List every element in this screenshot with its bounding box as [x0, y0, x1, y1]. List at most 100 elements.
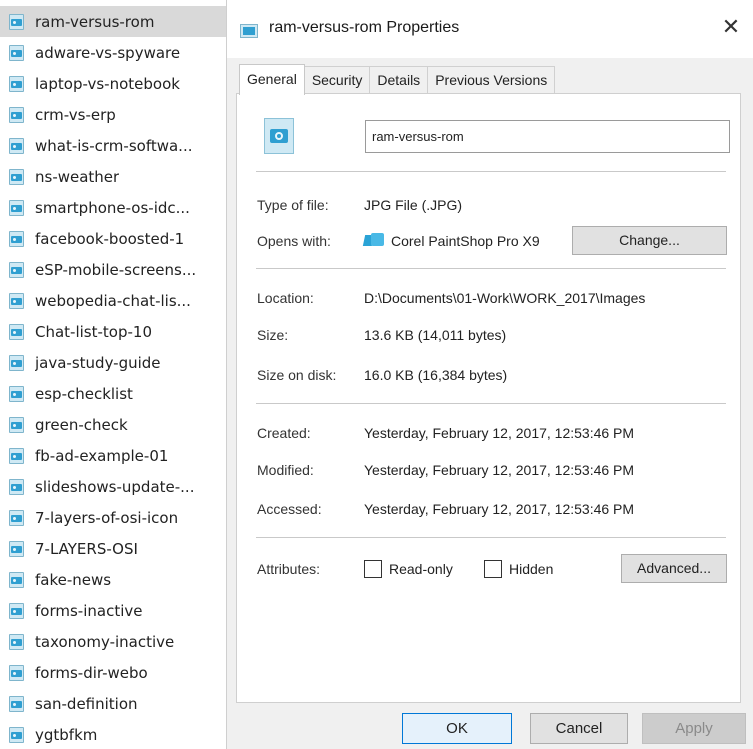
ok-button[interactable]: OK	[402, 713, 512, 744]
list-item[interactable]: fb-ad-example-01	[0, 440, 226, 471]
list-item[interactable]: webopedia-chat-lis...	[0, 285, 226, 316]
tab-general[interactable]: General	[239, 64, 305, 95]
list-item[interactable]: taxonomy-inactive	[0, 626, 226, 657]
list-item[interactable]: 7-layers-of-osi-icon	[0, 502, 226, 533]
file-name: ygtbfkm	[35, 725, 98, 744]
separator	[256, 268, 726, 269]
change-button[interactable]: Change...	[572, 226, 727, 255]
attributes-label: Attributes:	[257, 561, 321, 577]
type-of-file-label: Type of file:	[257, 197, 329, 213]
file-name: ns-weather	[35, 167, 120, 186]
jpg-image-icon	[8, 292, 26, 309]
jpg-image-icon	[8, 664, 26, 681]
list-item[interactable]: what-is-crm-softwa...	[0, 130, 226, 161]
file-name: eSP-mobile-screens...	[35, 260, 197, 279]
file-name: java-study-guide	[35, 353, 161, 372]
list-item[interactable]: crm-vs-erp	[0, 99, 226, 130]
jpg-image-icon	[240, 24, 258, 38]
size-on-disk-label: Size on disk:	[257, 367, 337, 383]
file-name: fb-ad-example-01	[35, 446, 169, 465]
file-name-input[interactable]	[365, 120, 730, 153]
list-item[interactable]: ns-weather	[0, 161, 226, 192]
jpg-image-icon	[8, 509, 26, 526]
list-item[interactable]: forms-dir-webo	[0, 657, 226, 688]
modified-label: Modified:	[257, 462, 314, 478]
modified-value: Yesterday, February 12, 2017, 12:53:46 P…	[364, 462, 635, 478]
jpg-image-icon	[8, 602, 26, 619]
list-item[interactable]: san-definition	[0, 688, 226, 719]
list-item[interactable]: eSP-mobile-screens...	[0, 254, 226, 285]
file-name: laptop-vs-notebook	[35, 74, 180, 93]
hidden-checkbox[interactable]	[484, 560, 502, 578]
list-item[interactable]: adware-vs-spyware	[0, 37, 226, 68]
file-name: smartphone-os-idc...	[35, 198, 190, 217]
file-name: 7-layers-of-osi-icon	[35, 508, 179, 527]
file-name: green-check	[35, 415, 128, 434]
file-name: facebook-boosted-1	[35, 229, 185, 248]
advanced-button[interactable]: Advanced...	[621, 554, 727, 583]
jpg-image-icon	[8, 385, 26, 402]
jpg-image-icon	[8, 168, 26, 185]
jpg-image-icon	[8, 199, 26, 216]
list-item[interactable]: laptop-vs-notebook	[0, 68, 226, 99]
type-of-file-value: JPG File (.JPG)	[364, 197, 463, 213]
file-name: webopedia-chat-lis...	[35, 291, 191, 310]
jpg-image-icon	[8, 726, 26, 743]
list-item[interactable]: smartphone-os-idc...	[0, 192, 226, 223]
file-name: slideshows-update-...	[35, 477, 195, 496]
list-item[interactable]: esp-checklist	[0, 378, 226, 409]
close-icon[interactable]: ✕	[718, 14, 744, 40]
properties-dialog: ram-versus-rom Properties ✕ General Secu…	[226, 0, 753, 749]
location-value: D:\Documents\01-Work\WORK_2017\Images	[364, 290, 646, 306]
file-name: ram-versus-rom	[35, 12, 155, 31]
file-list: ram-versus-rom adware-vs-spyware laptop-vs…	[0, 0, 226, 749]
list-item[interactable]: facebook-boosted-1	[0, 223, 226, 254]
tab-security[interactable]: Security	[303, 66, 371, 94]
size-on-disk-value: 16.0 KB (16,384 bytes)	[364, 367, 508, 383]
jpg-image-icon	[8, 323, 26, 340]
jpg-image-icon	[8, 416, 26, 433]
jpg-image-icon	[8, 447, 26, 464]
tab-details[interactable]: Details	[369, 66, 429, 94]
jpg-image-icon	[8, 571, 26, 588]
jpg-image-icon	[8, 695, 26, 712]
jpg-image-icon	[8, 230, 26, 247]
hidden-label[interactable]: Hidden	[509, 561, 553, 577]
created-label: Created:	[257, 425, 311, 441]
file-name: what-is-crm-softwa...	[35, 136, 193, 155]
list-item[interactable]: slideshows-update-...	[0, 471, 226, 502]
list-item[interactable]: fake-news	[0, 564, 226, 595]
paintshop-app-icon	[362, 233, 384, 247]
opens-with-value: Corel PaintShop Pro X9	[391, 233, 540, 249]
dialog-titlebar: ram-versus-rom Properties ✕	[227, 0, 753, 58]
separator	[256, 171, 726, 172]
jpg-image-icon	[8, 633, 26, 650]
cancel-button[interactable]: Cancel	[530, 713, 628, 744]
list-item[interactable]: ram-versus-rom	[0, 6, 226, 37]
list-item[interactable]: green-check	[0, 409, 226, 440]
tab-previous-versions[interactable]: Previous Versions	[427, 66, 556, 94]
size-label: Size:	[257, 327, 289, 343]
general-panel: Type of file: JPG File (.JPG) Opens with…	[236, 93, 741, 703]
accessed-label: Accessed:	[257, 501, 322, 517]
jpg-image-icon	[8, 261, 26, 278]
file-name: adware-vs-spyware	[35, 43, 181, 62]
created-value: Yesterday, February 12, 2017, 12:53:46 P…	[364, 425, 635, 441]
file-name: taxonomy-inactive	[35, 632, 175, 651]
location-label: Location:	[257, 290, 314, 306]
jpg-image-icon	[8, 106, 26, 123]
jpg-image-icon	[8, 540, 26, 557]
jpg-image-icon	[8, 137, 26, 154]
list-item[interactable]: Chat-list-top-10	[0, 316, 226, 347]
read-only-checkbox[interactable]	[364, 560, 382, 578]
apply-button[interactable]: Apply	[642, 713, 746, 744]
list-item[interactable]: forms-inactive	[0, 595, 226, 626]
opens-with-label: Opens with:	[257, 233, 331, 249]
dialog-title: ram-versus-rom Properties	[269, 19, 460, 36]
list-item[interactable]: java-study-guide	[0, 347, 226, 378]
file-name: 7-LAYERS-OSI	[35, 539, 138, 558]
file-name: Chat-list-top-10	[35, 322, 152, 341]
list-item[interactable]: ygtbfkm	[0, 719, 226, 749]
list-item[interactable]: 7-LAYERS-OSI	[0, 533, 226, 564]
read-only-label[interactable]: Read-only	[389, 561, 453, 577]
